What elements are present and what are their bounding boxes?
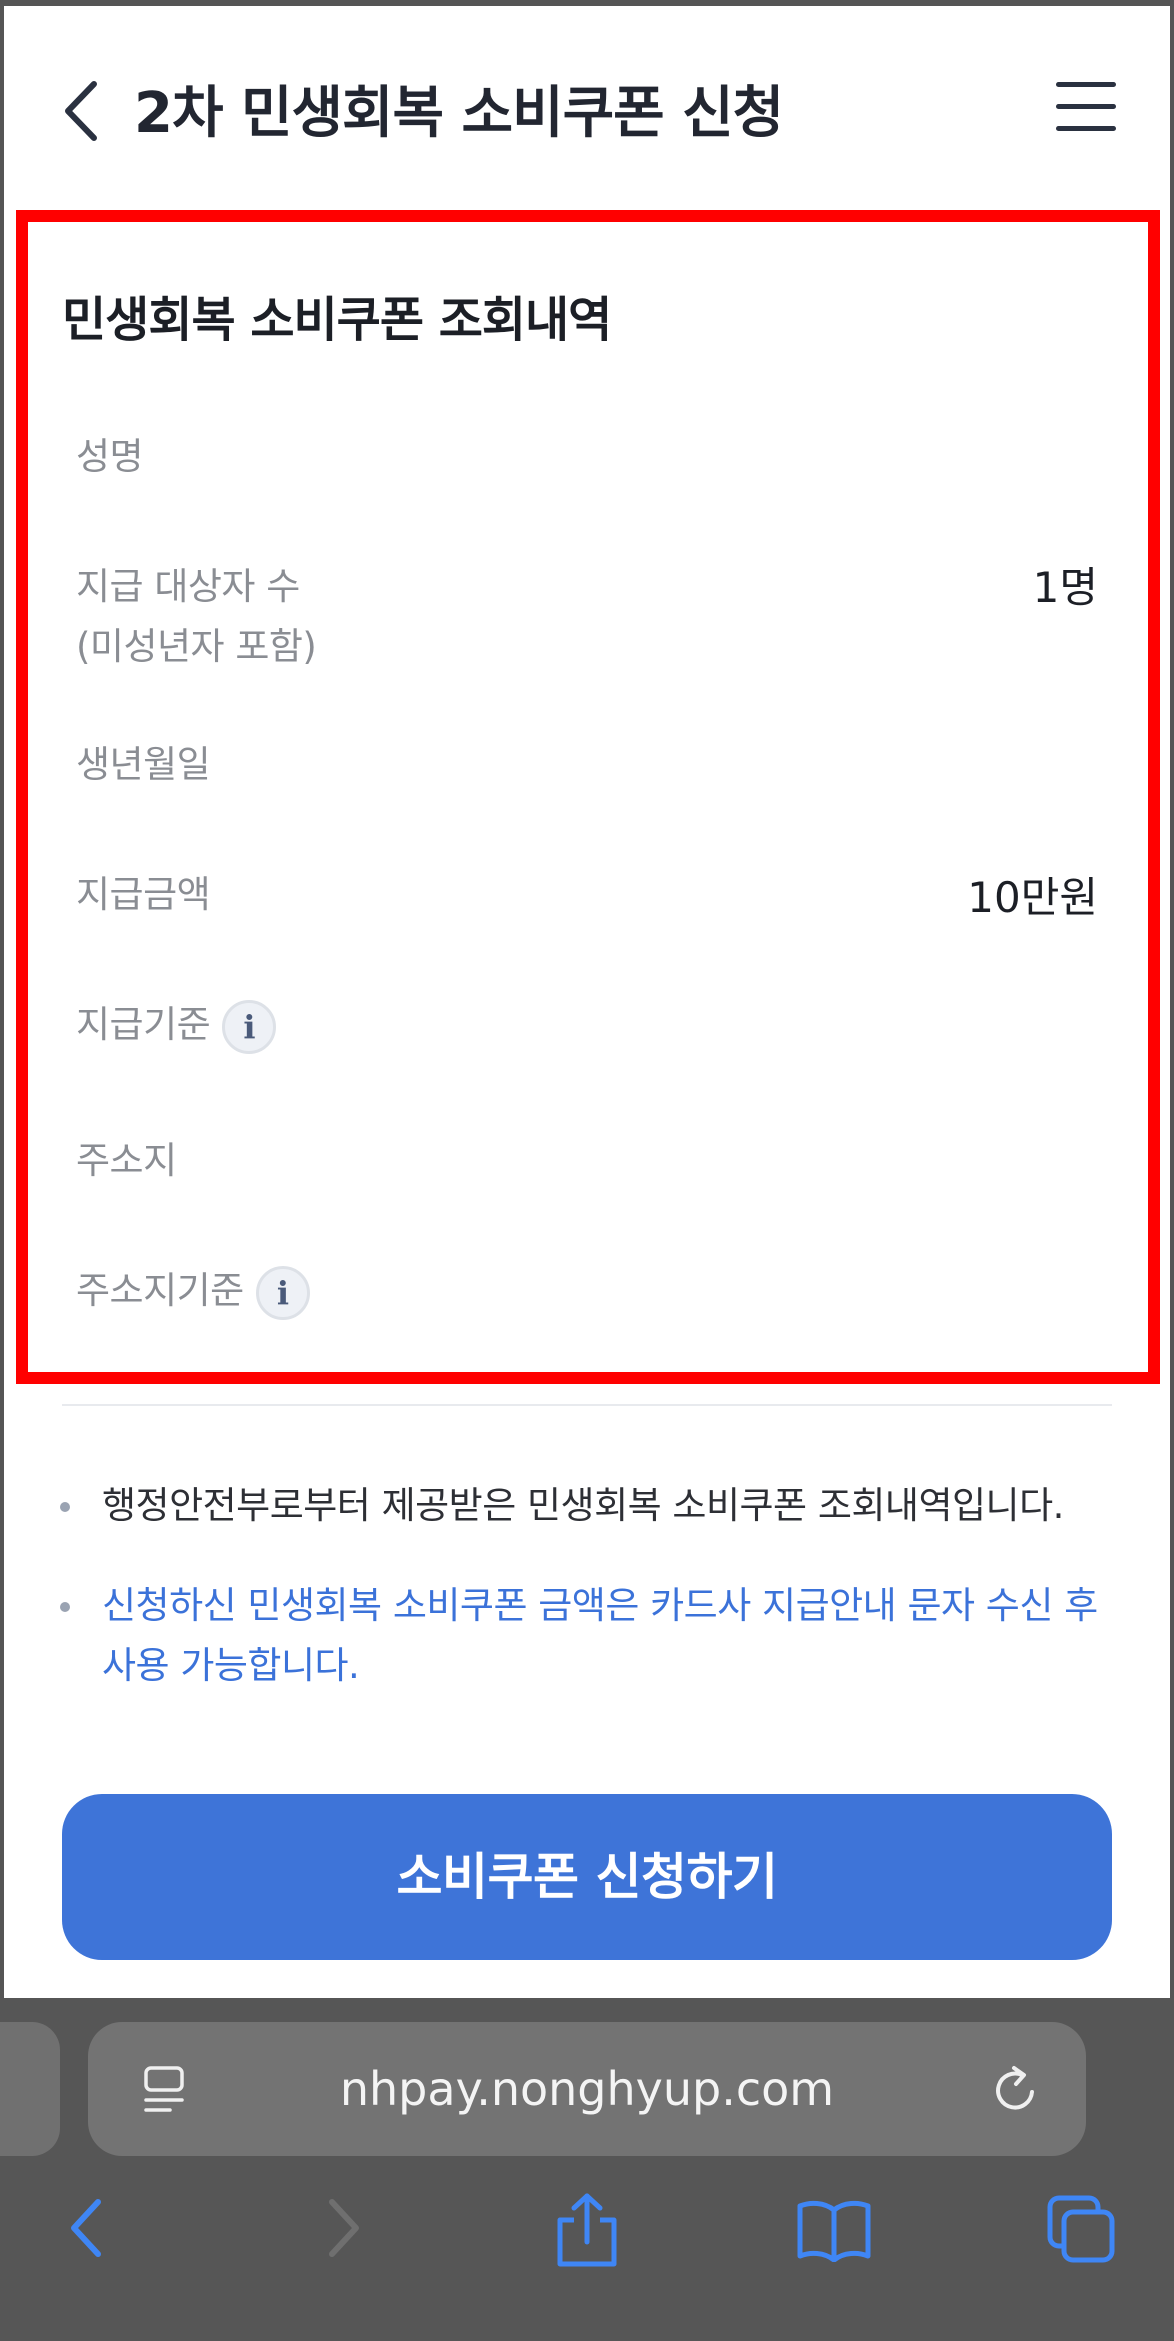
label-recipient-count: 지급 대상자 수 (76, 565, 300, 608)
label-payment-criteria-text: 지급기준 (76, 1003, 211, 1046)
tabs-icon[interactable] (1046, 2194, 1118, 2266)
page-title: 2차 민생회복 소비쿠폰 신청 (134, 81, 784, 146)
info-icon[interactable]: i (222, 999, 277, 1054)
label-payment-amount: 지급금액 (76, 873, 211, 916)
previous-tab-preview[interactable] (0, 2022, 60, 2156)
reload-icon[interactable] (988, 2062, 1044, 2118)
divider (62, 1404, 1112, 1406)
browser-toolbar: nhpay.nonghyup.com (0, 1998, 1174, 2341)
value-payment-amount: 10만원 (967, 873, 1098, 922)
address-bar[interactable]: nhpay.nonghyup.com (88, 2022, 1086, 2156)
device-frame-left (0, 0, 4, 2341)
back-button[interactable] (56, 76, 106, 146)
note-source: 행정안전부로부터 제공받은 민생회복 소비쿠폰 조회내역입니다. (60, 1476, 1152, 1536)
label-payment-criteria: 지급기준 i (76, 994, 277, 1054)
info-icon[interactable]: i (255, 1265, 310, 1320)
forward-icon[interactable] (322, 2196, 364, 2260)
note-usage: 신청하신 민생회복 소비쿠폰 금액은 카드사 지급안내 문자 수신 후 사용 가… (60, 1576, 1102, 1696)
device-frame-right (1170, 0, 1174, 2341)
value-recipient-count: 1명 (1032, 563, 1098, 612)
label-recipient-count-note: (미성년자 포함) (76, 625, 317, 668)
apply-coupon-button[interactable]: 소비쿠폰 신청하기 (62, 1794, 1112, 1960)
label-address-criteria-text: 주소지기준 (76, 1269, 244, 1312)
label-birthdate: 생년월일 (76, 743, 211, 786)
label-name: 성명 (76, 435, 144, 478)
highlight-box (16, 210, 1160, 1384)
url-text: nhpay.nonghyup.com (339, 2062, 835, 2116)
chevron-left-icon (65, 81, 97, 141)
back-icon[interactable] (66, 2196, 108, 2260)
app-header: 2차 민생회복 소비쿠폰 신청 (0, 6, 1174, 196)
label-address-criteria: 주소지기준 i (76, 1260, 310, 1320)
bullet-icon (60, 1602, 70, 1612)
bullet-icon (60, 1502, 70, 1512)
label-address: 주소지 (76, 1139, 177, 1182)
bookmarks-icon[interactable] (796, 2198, 872, 2262)
card-title: 민생회복 소비쿠폰 조회내역 (62, 292, 612, 348)
share-icon[interactable] (552, 2190, 622, 2270)
hamburger-menu-icon[interactable] (1056, 82, 1120, 134)
